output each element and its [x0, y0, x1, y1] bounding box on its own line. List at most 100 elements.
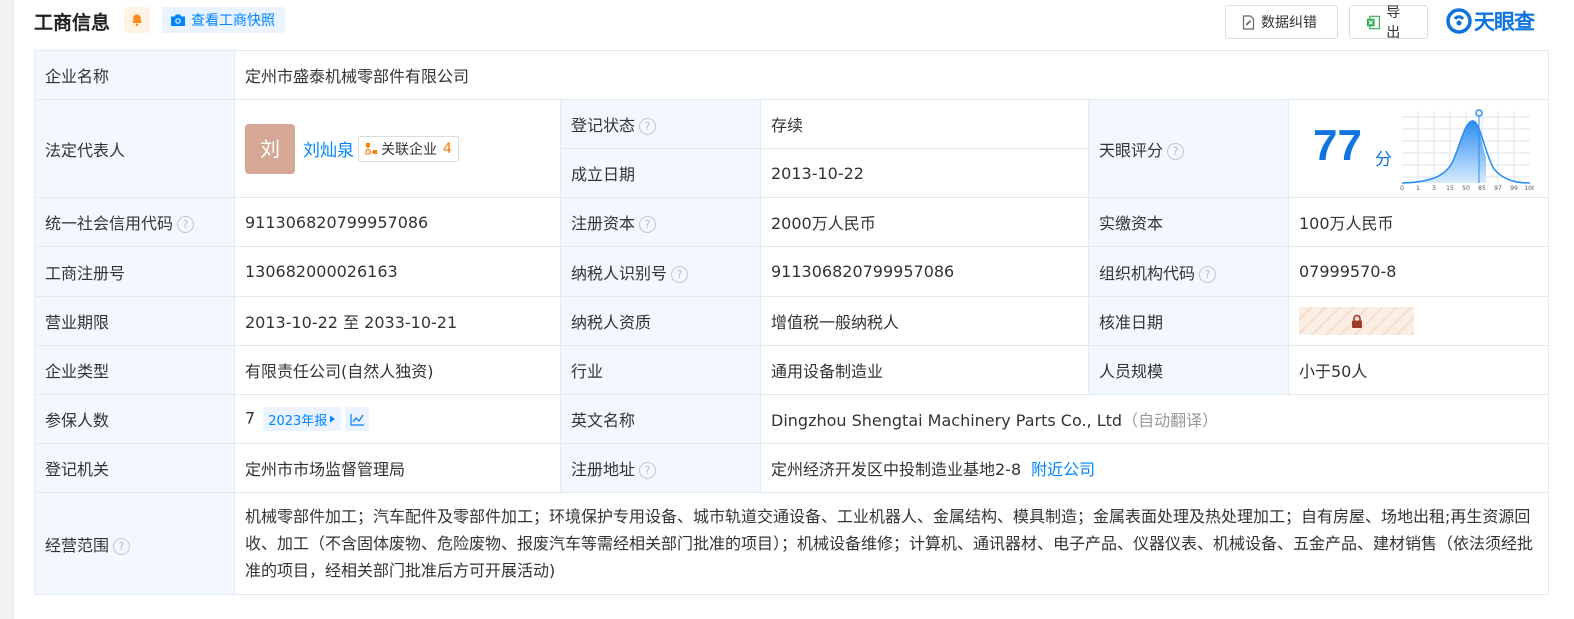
credit-code-label: 统一社会信用代码	[45, 214, 174, 233]
view-snapshot-label: 查看工商快照	[191, 13, 275, 29]
section-title: 工商信息	[34, 12, 111, 34]
reg-capital-label-cell: 注册资本?	[560, 197, 761, 247]
score-widget: 77 分 0 1 3 15 50 85 97 99 100	[1289, 101, 1548, 197]
approved-date-label: 核准日期	[1088, 296, 1289, 346]
score-axis-tick: 99	[1510, 185, 1518, 191]
nearby-companies-link[interactable]: 附近公司	[1031, 460, 1095, 479]
score-value: 77	[1313, 120, 1362, 170]
left-gutter	[0, 0, 14, 619]
insured-cell: 7 2023年报	[234, 394, 561, 444]
status-value: 存续	[760, 99, 1089, 149]
org-code-label: 组织机构代码	[1099, 263, 1196, 283]
caret-right-icon	[330, 415, 336, 423]
score-label: 天眼评分	[1099, 140, 1164, 160]
insured-value: 7	[245, 408, 256, 428]
section-header: 工商信息 查看工商快照 数据纠错 导出 天眼查	[34, 0, 1550, 42]
founded-label: 成立日期	[560, 148, 761, 198]
monitor-bell-button[interactable]	[124, 7, 150, 33]
locked-content-button[interactable]	[1299, 307, 1414, 335]
table-row: 法定代表人 刘刘灿泉 关联企业 4 登记状态? 存续 天眼评分? 77 分 0 …	[34, 99, 1550, 198]
english-name-value: Dingzhou Shengtai Machinery Parts Co., L…	[771, 411, 1123, 430]
company-name-label: 企业名称	[34, 50, 235, 100]
annual-report-label: 2023年报	[268, 413, 328, 429]
help-icon[interactable]: ?	[639, 462, 657, 479]
scope-label-cell: 经营范围?	[34, 492, 235, 595]
help-icon[interactable]: ?	[1199, 265, 1217, 283]
paid-capital-label: 实缴资本	[1088, 197, 1289, 247]
help-icon[interactable]: ?	[1167, 142, 1185, 160]
tax-qual-value: 增值税一般纳税人	[760, 296, 1089, 346]
paid-capital-value: 100万人民币	[1287, 197, 1550, 247]
help-icon[interactable]: ?	[177, 216, 195, 233]
table-row: 登记机关 定州市市场监督管理局 注册地址? 定州经济开发区中投制造业基地2-8 附…	[34, 443, 1550, 493]
status-label: 登记状态	[571, 116, 636, 135]
annual-report-tag[interactable]: 2023年报	[263, 407, 342, 431]
score-unit: 分	[1375, 149, 1392, 170]
camera-icon	[171, 14, 185, 26]
help-icon[interactable]: ?	[113, 537, 131, 555]
taxpayer-id-label: 纳税人识别号	[571, 263, 668, 283]
score-axis-tick: 3	[1432, 185, 1436, 191]
table-row: 经营范围? 机械零部件加工；汽车配件及零部件加工；环境保护专用设备、城市轨道交通…	[34, 492, 1550, 595]
logo-text: 天眼查	[1474, 10, 1535, 34]
related-companies-tag[interactable]: 关联企业 4	[358, 135, 459, 162]
lock-icon	[1351, 314, 1362, 328]
business-info-table: 企业名称 定州市盛泰机械零部件有限公司 法定代表人 刘刘灿泉 关联企业 4 登记状态…	[34, 50, 1550, 595]
staff-label: 人员规模	[1088, 345, 1289, 395]
org-code-label-cell: 组织机构代码?	[1088, 246, 1289, 297]
table-row: 营业期限 2013-10-22 至 2033-10-21 纳税人资质 增值税一般…	[34, 296, 1550, 346]
export-label: 导出	[1386, 5, 1401, 41]
table-row: 企业名称 定州市盛泰机械零部件有限公司	[34, 50, 1550, 100]
data-correction-button[interactable]: 数据纠错	[1225, 5, 1338, 39]
score-distribution-chart: 0 1 3 15 50 85 97 99 100	[1400, 108, 1534, 191]
staff-value: 小于50人	[1287, 345, 1550, 395]
scope-value: 机械零部件加工；汽车配件及零部件加工；环境保护专用设备、城市轨道交通设备、工业机…	[233, 492, 1550, 595]
type-value: 有限责任公司(自然人独资)	[234, 345, 561, 395]
reg-capital-value: 2000万人民币	[760, 197, 1089, 247]
tianyancha-logo: 天眼查	[1446, 6, 1535, 36]
help-icon[interactable]: ?	[639, 118, 657, 135]
score-label-cell: 天眼评分?	[1088, 99, 1289, 198]
score-cell[interactable]: 77 分 0 1 3 15 50 85 97 99 100	[1287, 99, 1550, 198]
data-correction-label: 数据纠错	[1261, 15, 1317, 31]
edit-doc-icon	[1242, 14, 1255, 30]
credit-code-label-cell: 统一社会信用代码?	[34, 197, 235, 247]
score-curve-fill	[1402, 120, 1486, 183]
term-value: 2013-10-22 至 2033-10-21	[234, 296, 561, 346]
score-axis-tick: 85	[1478, 185, 1486, 191]
legal-rep-name-link[interactable]: 刘灿泉	[303, 141, 354, 161]
legal-rep-label: 法定代表人	[34, 99, 235, 198]
bell-icon	[132, 14, 142, 27]
address-label: 注册地址	[571, 460, 636, 479]
table-row: 工商注册号 130682000026163 纳税人识别号? 9113068207…	[34, 246, 1550, 297]
legal-rep-cell: 刘刘灿泉 关联企业 4	[234, 99, 561, 198]
help-icon[interactable]: ?	[639, 216, 657, 233]
score-axis-tick: 100	[1524, 185, 1534, 191]
excel-icon	[1366, 15, 1380, 29]
biz-reg-no-value: 130682000026163	[234, 246, 561, 297]
address-cell: 定州经济开发区中投制造业基地2-8 附近公司	[759, 443, 1550, 493]
help-icon[interactable]: ?	[671, 265, 689, 283]
insured-label: 参保人数	[34, 394, 235, 444]
trend-chart-icon	[350, 413, 364, 426]
biz-reg-no-label: 工商注册号	[34, 246, 235, 297]
score-axis: 0 1 3 15 50 85 97 99 100	[1400, 185, 1534, 191]
insured-trend-button[interactable]	[345, 407, 370, 431]
view-snapshot-button[interactable]: 查看工商快照	[162, 7, 285, 33]
legal-rep-avatar[interactable]: 刘	[245, 123, 295, 174]
address-label-cell: 注册地址?	[560, 443, 761, 493]
term-label: 营业期限	[34, 296, 235, 346]
score-axis-tick: 0	[1400, 185, 1404, 191]
industry-value: 通用设备制造业	[760, 345, 1089, 395]
related-companies-count: 4	[443, 140, 452, 157]
english-name-label: 英文名称	[560, 394, 761, 444]
export-button[interactable]: 导出	[1349, 5, 1428, 41]
logo-mark-icon	[1446, 8, 1472, 34]
authority-label: 登记机关	[34, 443, 235, 493]
taxpayer-id-label-cell: 纳税人识别号?	[560, 246, 761, 297]
english-name-cell: Dingzhou Shengtai Machinery Parts Co., L…	[759, 394, 1550, 444]
taxpayer-id-value: 911306820799957086	[760, 246, 1089, 297]
score-axis-tick: 1	[1416, 185, 1420, 191]
authority-value: 定州市市场监督管理局	[234, 443, 561, 493]
network-icon	[365, 143, 377, 155]
